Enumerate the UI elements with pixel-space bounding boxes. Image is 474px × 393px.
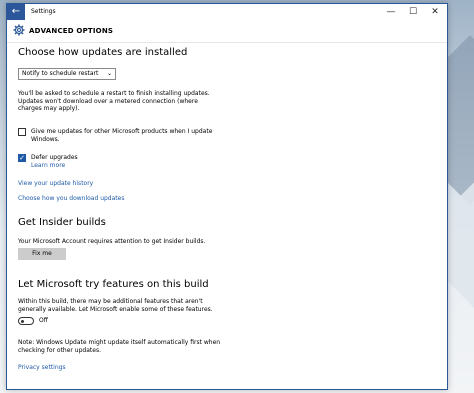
windows-update-note-line: Note: Windows Update might update itself… (18, 339, 221, 346)
toggle-knob (20, 319, 24, 323)
settings-content: Choose how updates are installed Notify … (18, 42, 441, 389)
restart-note: You'll be asked to schedule a restart to… (18, 90, 210, 113)
desktop-background: ← Settings — ☐ ✕ ADVANCED OPTIONS Choose… (0, 0, 474, 393)
try-features-note-line: generally available. Let Microsoft enabl… (18, 305, 213, 313)
dropdown-value: Notify to schedule restart (22, 70, 99, 77)
windows-update-note: Note: Windows Update might update itself… (18, 339, 220, 354)
defer-upgrades-label: Defer upgrades (31, 154, 78, 161)
toggle-state-label: Off (39, 317, 48, 324)
install-mode-dropdown[interactable]: Notify to schedule restart ⌄ (18, 68, 116, 80)
insider-heading: Get Insider builds (18, 217, 106, 228)
updates-heading: Choose how updates are installed (18, 47, 188, 58)
try-features-note-line: Within this build, there may be addition… (18, 298, 203, 305)
privacy-settings-link[interactable]: Privacy settings (18, 364, 66, 371)
minimize-button[interactable]: — (381, 4, 401, 20)
chevron-down-icon: ⌄ (106, 70, 112, 77)
title-bar: ← Settings — ☐ ✕ (7, 4, 447, 20)
window-title: Settings (31, 8, 56, 15)
learn-more-link[interactable]: Learn more (31, 162, 65, 169)
other-products-label: Give me updates for other Microsoft prod… (31, 128, 212, 143)
page-title: ADVANCED OPTIONS (29, 27, 114, 35)
maximize-button[interactable]: ☐ (403, 4, 423, 20)
other-products-checkbox[interactable] (18, 128, 26, 136)
try-features-toggle[interactable] (18, 317, 34, 325)
try-features-heading: Let Microsoft try features on this build (18, 279, 209, 290)
close-button[interactable]: ✕ (425, 4, 445, 20)
restart-note-line: charges may apply). (18, 105, 80, 112)
update-history-link[interactable]: View your update history (18, 180, 93, 187)
try-features-note: Within this build, there may be addition… (18, 298, 213, 313)
other-products-label-line: Windows. (31, 135, 60, 143)
restart-note-line: Updates won't download over a metered co… (18, 97, 198, 105)
insider-note: Your Microsoft Account requires attentio… (18, 238, 206, 245)
download-method-link[interactable]: Choose how you download updates (18, 195, 124, 202)
page-header: ADVANCED OPTIONS (7, 20, 447, 43)
settings-window: ← Settings — ☐ ✕ ADVANCED OPTIONS Choose… (6, 3, 448, 390)
defer-upgrades-checkbox[interactable]: ✓ (18, 154, 26, 162)
gear-icon (13, 24, 25, 36)
fix-me-button[interactable]: Fix me (18, 248, 66, 260)
other-products-label-line: Give me updates for other Microsoft prod… (31, 128, 213, 135)
windows-update-note-line: checking for other updates. (18, 346, 101, 354)
back-button[interactable]: ← (7, 4, 25, 20)
restart-note-line: You'll be asked to schedule a restart to… (18, 90, 210, 97)
back-arrow-icon: ← (11, 6, 21, 17)
